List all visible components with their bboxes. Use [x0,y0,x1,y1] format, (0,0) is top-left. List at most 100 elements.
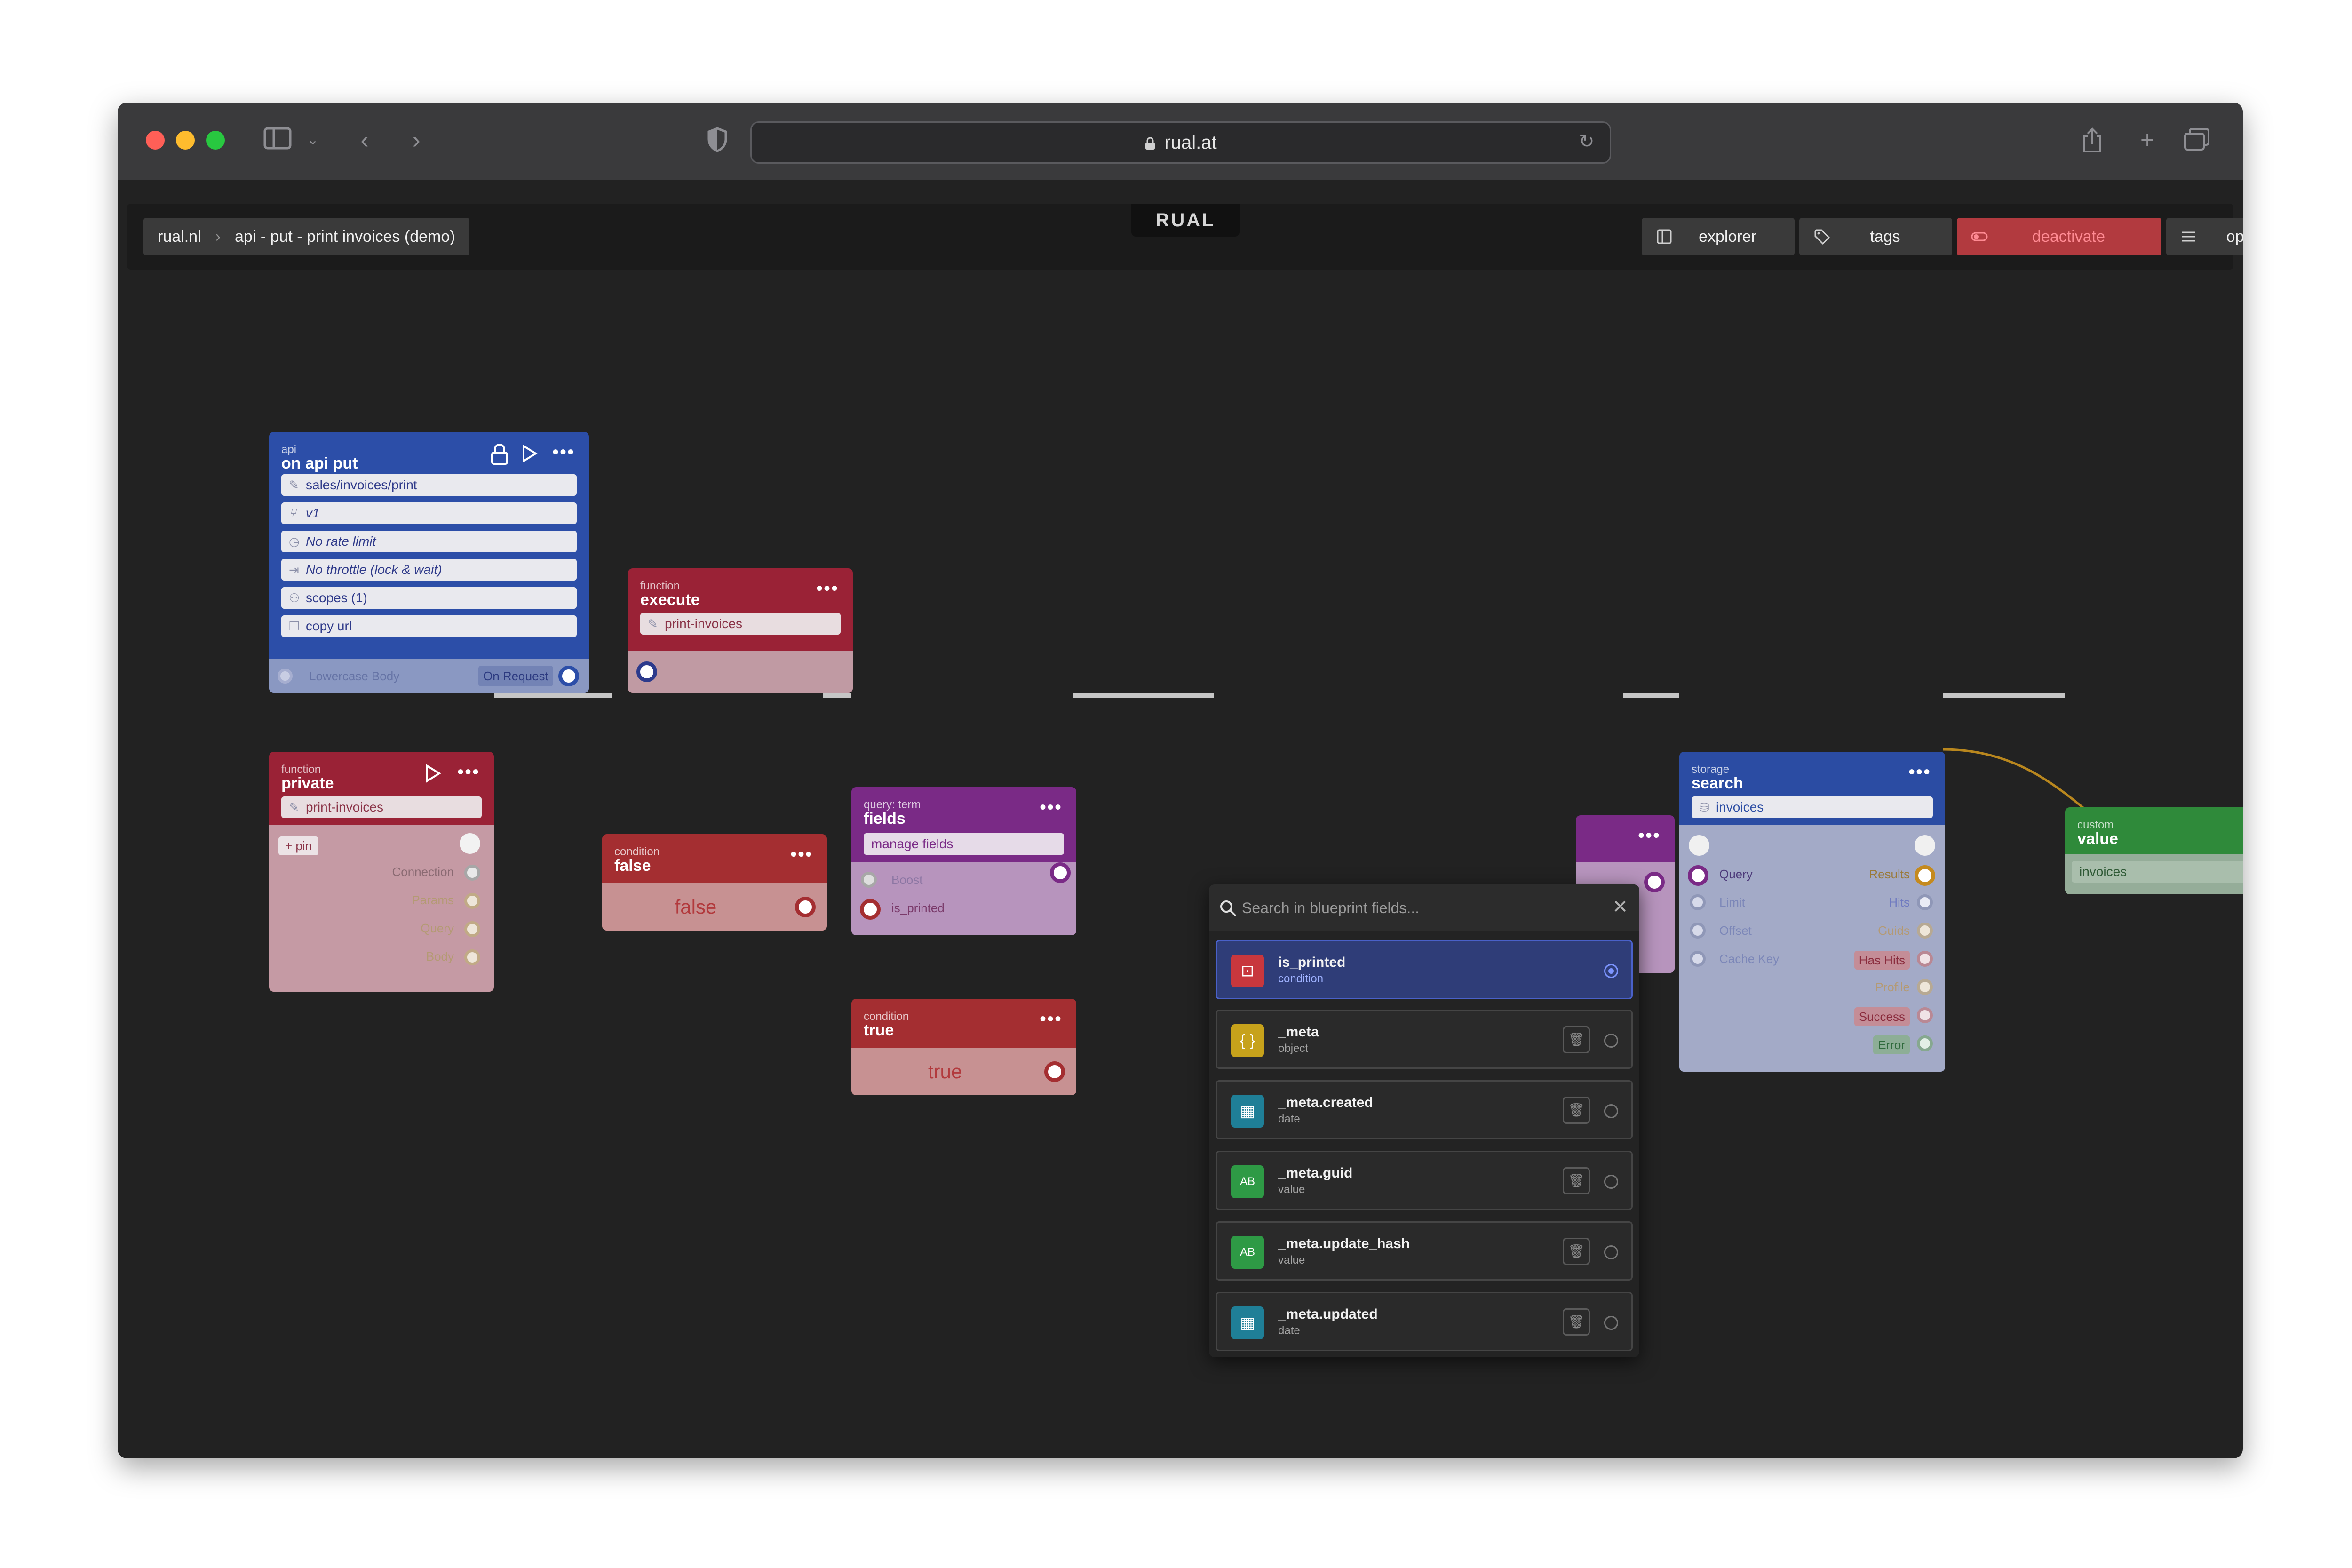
lowercase-body-toggle[interactable] [278,669,293,684]
field-search-input[interactable] [1242,895,1599,921]
index-field[interactable]: ⛁invoices [1692,796,1933,818]
cache-key-input-port[interactable] [1690,951,1706,967]
value-field[interactable]: invoices [2072,861,2243,883]
scopes-field[interactable]: ⚇scopes (1) [281,587,577,609]
field-name: is_printed [1278,955,1345,971]
select-radio[interactable] [1604,964,1618,978]
private-function-node[interactable]: function private ••• ✎print-invoices + p… [269,752,494,992]
more-options-icon[interactable]: ••• [1638,828,1661,843]
new-tab-icon[interactable]: + [2136,127,2159,153]
trash-icon[interactable]: 🗑 [1563,1238,1590,1265]
connection-output-port[interactable] [464,865,480,881]
breadcrumb-item-blueprint[interactable]: api - put - print invoices (demo) [221,218,469,255]
condition-value: true [851,1060,1039,1083]
back-icon[interactable]: ‹ [353,127,376,153]
close-window-button[interactable] [146,131,165,150]
more-options-icon[interactable]: ••• [457,765,480,779]
field-item-meta-update-hash[interactable]: AB _meta.update_hash value 🗑 [1216,1221,1633,1281]
play-icon[interactable] [424,764,441,783]
close-icon[interactable]: ✕ [1612,897,1628,917]
more-options-icon[interactable]: ••• [1040,800,1062,814]
private-input-port[interactable] [460,833,480,854]
boost-input-port[interactable] [861,872,877,888]
select-radio[interactable] [1604,1245,1618,1259]
hits-output-port[interactable] [1917,894,1933,910]
endpoint-path-field[interactable]: ✎sales/invoices/print [281,474,577,496]
profile-output-port[interactable] [1917,979,1933,995]
more-options-icon[interactable]: ••• [1040,1012,1062,1026]
is-printed-input-port[interactable] [860,899,881,920]
search-input-port[interactable] [1689,835,1709,856]
select-radio[interactable] [1604,1104,1618,1118]
field-item-meta-created[interactable]: ▦ _meta.created date 🗑 [1216,1080,1633,1139]
value-icon: AB [1231,1236,1264,1269]
on-request-output-port[interactable] [558,666,579,686]
condition-output-port[interactable] [795,897,816,917]
guids-output-port[interactable] [1917,923,1933,939]
more-options-icon[interactable]: ••• [790,847,813,861]
reload-icon[interactable]: ↻ [1579,132,1597,151]
execute-input-port[interactable] [636,661,657,682]
storage-search-node[interactable]: storage search ••• ⛁invoices Query Limit… [1679,752,1945,1072]
has-hits-output-port[interactable] [1917,951,1933,967]
play-icon[interactable] [521,444,538,463]
custom-value-node[interactable]: custom value invoices [2065,807,2243,894]
breadcrumb-item-workspace[interactable]: rual.nl [143,218,215,255]
forward-icon[interactable]: › [405,127,428,153]
trash-icon[interactable]: 🗑 [1563,1026,1590,1053]
condition-true-node[interactable]: condition true ••• true [851,999,1076,1095]
version-field[interactable]: ⑂v1 [281,502,577,524]
api-node[interactable]: api on api put ••• ✎sales/invoices/print… [269,432,589,693]
share-icon[interactable] [2079,127,2106,153]
deactivate-button[interactable]: deactivate [1957,218,2161,255]
field-item-is-printed[interactable]: ⊡ is_printed condition [1216,940,1633,999]
query-term-node[interactable]: query: term fields ••• manage fields Boo… [851,787,1076,935]
chevron-down-icon[interactable]: ⌄ [306,127,320,153]
condition-false-node[interactable]: condition false ••• false [602,834,827,931]
explorer-button[interactable]: explorer [1642,218,1795,255]
query-input-port[interactable] [1688,865,1708,886]
more-options-icon[interactable]: ••• [816,581,839,596]
zoom-window-button[interactable] [206,131,225,150]
select-radio[interactable] [1604,1175,1618,1189]
blueprint-canvas[interactable]: api on api put ••• ✎sales/invoices/print… [118,274,2243,1458]
select-radio[interactable] [1604,1034,1618,1048]
more-options-icon[interactable]: ••• [1908,765,1931,779]
tab-overview-icon[interactable] [2183,127,2211,153]
sidebar-toggle-icon[interactable] [261,127,294,153]
error-output-port[interactable] [1917,1035,1933,1051]
function-name-field[interactable]: ✎print-invoices [640,613,841,635]
body-output-port[interactable] [464,949,480,965]
throttle-field[interactable]: ⇥No throttle (lock & wait) [281,559,577,581]
options-button[interactable]: options [2166,218,2243,255]
execute-function-node[interactable]: function execute ••• ✎print-invoices [628,568,853,693]
search-output-port[interactable] [1915,835,1935,856]
field-item-meta[interactable]: { } _meta object 🗑 [1216,1010,1633,1069]
address-bar[interactable]: rual.at ↻ [750,121,1611,164]
trash-icon[interactable]: 🗑 [1563,1167,1590,1194]
condition-output-port[interactable] [1044,1061,1065,1082]
results-output-port[interactable] [1915,865,1935,886]
lock-icon[interactable] [490,443,509,465]
trash-icon[interactable]: 🗑 [1563,1308,1590,1336]
copy-url-field[interactable]: ❐copy url [281,615,577,637]
query-output-port[interactable] [1644,872,1665,892]
params-output-port[interactable] [464,893,480,909]
limit-input-port[interactable] [1690,894,1706,910]
more-options-icon[interactable]: ••• [552,445,575,459]
rate-limit-field[interactable]: ◷No rate limit [281,531,577,552]
tags-button[interactable]: tags [1799,218,1952,255]
query-output-port[interactable] [1050,862,1071,883]
field-item-meta-guid[interactable]: AB _meta.guid value 🗑 [1216,1151,1633,1210]
privacy-shield-icon[interactable] [706,127,729,153]
select-radio[interactable] [1604,1316,1618,1330]
minimize-window-button[interactable] [176,131,195,150]
function-name-field[interactable]: ✎print-invoices [281,796,482,818]
manage-fields-button[interactable]: manage fields [864,833,1064,855]
query-output-port[interactable] [464,921,480,937]
pin-button[interactable]: + pin [278,836,318,855]
offset-input-port[interactable] [1690,923,1706,939]
success-output-port[interactable] [1917,1007,1933,1023]
trash-icon[interactable]: 🗑 [1563,1097,1590,1124]
field-item-meta-updated[interactable]: ▦ _meta.updated date 🗑 [1216,1292,1633,1351]
